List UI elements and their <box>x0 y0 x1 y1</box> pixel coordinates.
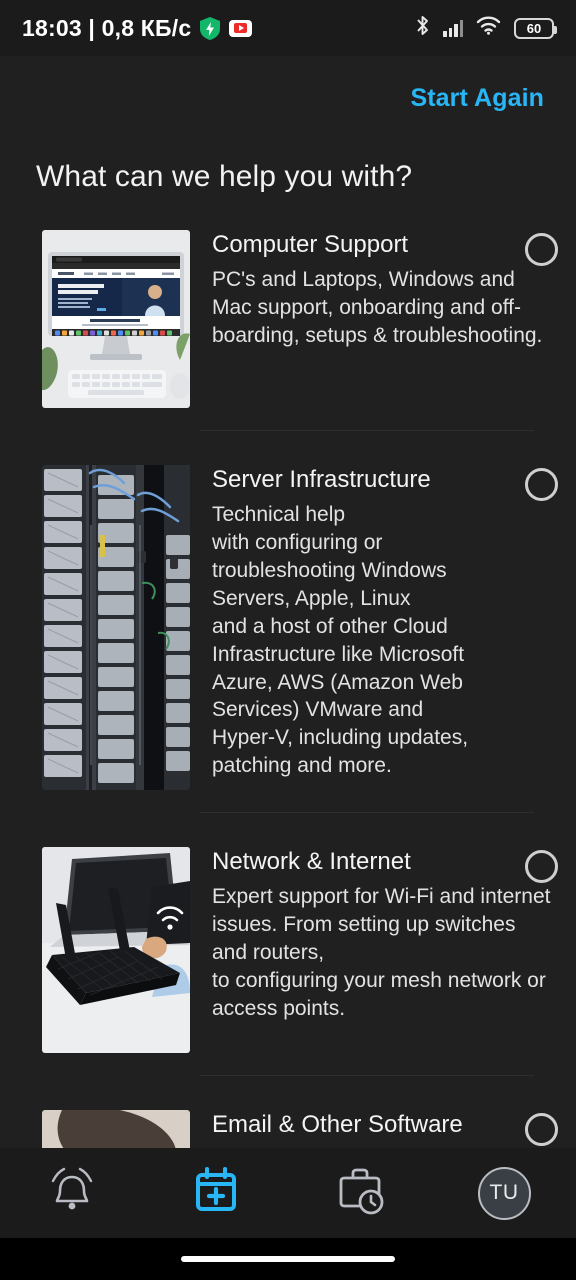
service-options-list[interactable]: Computer Support PC's and Laptops, Windo… <box>0 218 576 1148</box>
status-bar-left: 18:03 | 0,8 КБ/с <box>22 14 253 42</box>
bluetooth-icon <box>415 15 430 41</box>
imac-desktop-photo <box>42 230 190 408</box>
list-item[interactable]: 12 Email & Other Software Install new so… <box>0 1098 576 1148</box>
status-clock-and-data-speed: 18:03 | 0,8 КБ/с <box>22 14 192 41</box>
nav-item-job-history[interactable] <box>288 1148 432 1238</box>
list-item-body: Network & Internet Expert support for Wi… <box>190 847 576 1053</box>
nav-item-new-request[interactable] <box>144 1148 288 1238</box>
divider <box>200 430 534 431</box>
list-item[interactable]: Network & Internet Expert support for Wi… <box>0 835 576 1053</box>
list-item-description: Technical help with configuring or troub… <box>212 503 469 778</box>
wifi-icon <box>476 16 501 40</box>
youtube-icon <box>229 19 253 37</box>
bell-icon <box>44 1165 100 1222</box>
top-action-bar: Start Again <box>0 56 576 140</box>
status-bar-right: 60 <box>415 15 557 41</box>
battery-icon: 60 <box>514 17 557 39</box>
avatar: TU <box>477 1166 531 1220</box>
list-item-body: Server Infrastructure Technical help wit… <box>190 465 576 790</box>
battery-level: 60 <box>526 20 542 36</box>
list-item-body: Email & Other Software Install new softw… <box>190 1110 576 1148</box>
shield-icon <box>200 16 221 40</box>
list-item-title: Server Infrastructure <box>212 466 431 493</box>
wifi-router-photo <box>42 847 190 1053</box>
list-item-title: Email & Other Software <box>212 1111 463 1138</box>
phone-screen: 18:03 | 0,8 КБ/с 60 Start Again What can… <box>0 0 576 1280</box>
list-item[interactable]: Server Infrastructure Technical help wit… <box>0 453 576 790</box>
start-again-button[interactable]: Start Again <box>410 84 544 113</box>
radio-button[interactable] <box>525 1113 558 1146</box>
status-bar: 18:03 | 0,8 КБ/с 60 <box>0 0 576 56</box>
bottom-navigation-bar: TU <box>0 1148 576 1238</box>
list-item-title: Computer Support <box>212 231 409 258</box>
list-item-body: Computer Support PC's and Laptops, Windo… <box>190 230 576 408</box>
page-title: What can we help you with? <box>36 160 413 193</box>
nav-item-notifications[interactable] <box>0 1148 144 1238</box>
briefcase-clock-icon <box>333 1165 387 1222</box>
nav-item-profile[interactable]: TU <box>432 1148 576 1238</box>
list-item-description: Expert support for Wi-Fi and internet is… <box>212 885 551 1020</box>
gesture-navigation-area <box>0 1238 576 1280</box>
radio-button[interactable] <box>525 468 558 501</box>
calendar-plus-icon <box>190 1165 242 1222</box>
server-rack-photo <box>42 465 190 790</box>
email-inbox-photo: 12 <box>42 1110 190 1148</box>
radio-button[interactable] <box>525 233 558 266</box>
list-item-title: Network & Internet <box>212 848 411 875</box>
list-item-description: PC's and Laptops, Windows and Mac suppor… <box>212 268 543 347</box>
radio-button[interactable] <box>525 850 558 883</box>
divider <box>200 812 534 813</box>
home-gesture-bar[interactable] <box>181 1256 395 1262</box>
divider <box>200 1075 534 1076</box>
cellular-signal-icon <box>443 19 463 37</box>
list-item[interactable]: Computer Support PC's and Laptops, Windo… <box>0 218 576 408</box>
